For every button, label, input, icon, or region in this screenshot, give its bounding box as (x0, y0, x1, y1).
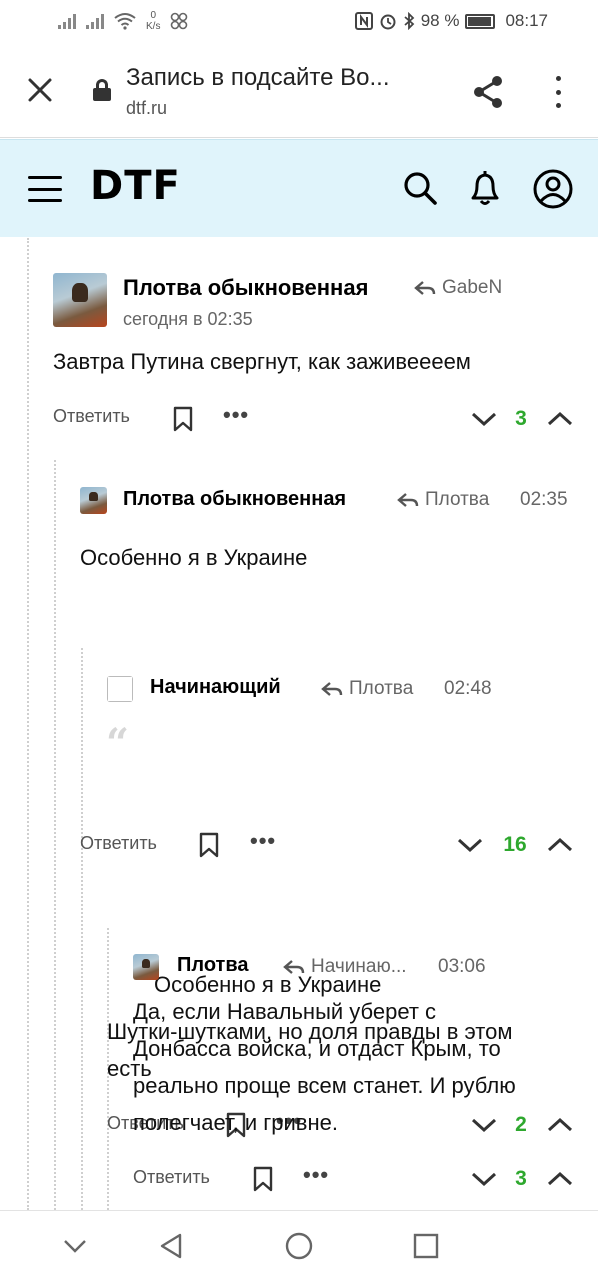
chevron-up-icon[interactable] (547, 411, 573, 427)
comment-author[interactable]: Плотва обыкновенная (123, 275, 368, 301)
reply-arrow-icon (283, 960, 305, 974)
comment-text: Завтра Путина свергнут, как заживеееем (53, 349, 471, 374)
comments-feed: Плотва обыкновенная GabeN сегодня в 02:3… (0, 238, 598, 1210)
back-icon[interactable] (156, 1231, 186, 1261)
reply-to-name: Плотва (349, 678, 414, 699)
comment-time[interactable]: 02:48 (444, 678, 492, 700)
net-speed: 0 K/s (146, 10, 160, 32)
comment-text-line: полегчает, и гривне. (133, 1110, 338, 1135)
reply-to-name: Начинаю... (311, 956, 407, 977)
pinwheel-icon (171, 12, 188, 30)
clock: 08:17 (505, 11, 548, 30)
comment-author[interactable]: Плотва обыкновенная (123, 488, 346, 511)
reply-arrow-icon (321, 682, 343, 696)
alarm-icon (380, 14, 396, 30)
reply-to-name: GabeN (442, 277, 503, 298)
wifi-icon (114, 13, 136, 30)
page-url[interactable]: dtf.ru (126, 98, 167, 119)
reply-button[interactable]: Ответить (53, 406, 130, 427)
comment-text-line: реально проще всем станет. И рублю (133, 1073, 516, 1098)
system-nav-bar (0, 1210, 598, 1280)
signal-icon-2 (86, 13, 104, 29)
comment-text: Особенно я в Украине (80, 545, 308, 570)
share-icon[interactable] (470, 74, 506, 110)
comment-text-line: Донбасса войска, и отдаст Крым, то (133, 1036, 501, 1061)
reply-arrow-icon (397, 493, 419, 507)
nfc-icon (354, 12, 373, 30)
more-vert-icon[interactable] (548, 72, 568, 112)
bell-icon[interactable] (465, 168, 505, 208)
comment-text-line: Да, если Навальный уберет с (133, 999, 437, 1024)
page-title[interactable]: Запись в подсайте Во... (126, 64, 390, 92)
comment: Плотва Начинаю... 03:06 Да, если Навальн… (0, 930, 598, 1210)
comment-time[interactable]: 02:35 (520, 489, 568, 511)
comment: Плотва обыкновенная Плотва 02:35 Особенн… (0, 460, 598, 858)
avatar[interactable] (133, 954, 159, 980)
lock-icon (93, 79, 111, 101)
reply-to[interactable]: Плотва (321, 678, 413, 700)
comment-time[interactable]: 03:06 (438, 956, 486, 978)
battery-icon (465, 13, 496, 29)
search-icon[interactable] (400, 168, 440, 208)
net-speed-unit: K/s (146, 21, 161, 32)
comment-text: Да, если Навальный уберет с Донбасса вой… (133, 993, 516, 1141)
bookmark-icon[interactable] (252, 1166, 274, 1192)
close-icon[interactable] (24, 74, 56, 106)
chevron-down-icon[interactable] (60, 1231, 90, 1261)
reply-to[interactable]: Начинаю... (283, 956, 407, 978)
comment: Плотва обыкновенная GabeN сегодня в 02:3… (0, 238, 598, 458)
recents-icon[interactable] (411, 1231, 441, 1261)
more-options-button[interactable]: ••• (303, 1164, 329, 1186)
chevron-up-icon[interactable] (547, 1171, 573, 1187)
reply-to-name: Плотва (425, 489, 490, 510)
avatar[interactable] (53, 273, 107, 327)
quote-icon: “ (106, 720, 130, 767)
vote-count: 3 (515, 407, 527, 430)
home-icon[interactable] (284, 1231, 314, 1261)
bookmark-icon[interactable] (172, 406, 194, 432)
comment-author[interactable]: Начинающий (150, 676, 281, 699)
chevron-down-icon[interactable] (471, 411, 497, 427)
more-options-button[interactable]: ••• (223, 404, 249, 426)
bluetooth-icon (404, 12, 415, 30)
reply-arrow-icon (414, 281, 436, 295)
chevron-down-icon[interactable] (471, 1171, 497, 1187)
comment: Начинающий Плотва 02:48 “ Особенно я в У… (0, 650, 598, 1138)
reply-to[interactable]: Плотва (397, 489, 489, 511)
avatar[interactable] (80, 487, 107, 514)
comment-time[interactable]: сегодня в 02:35 (123, 309, 253, 330)
site-logo[interactable]: DTF (90, 163, 181, 209)
reply-button[interactable]: Ответить (133, 1167, 210, 1188)
status-bar: 0 K/s 98 % 08:17 (0, 0, 598, 46)
site-header: DTF (0, 139, 598, 237)
reply-to[interactable]: GabeN (414, 277, 502, 299)
battery-percent: 98 % (420, 11, 460, 30)
comment-author[interactable]: Плотва (177, 954, 248, 977)
user-icon[interactable] (532, 168, 573, 209)
browser-toolbar: Запись в подсайте Во... dtf.ru (0, 46, 598, 138)
hamburger-menu-icon[interactable] (28, 176, 62, 202)
net-speed-value: 0 (150, 10, 156, 21)
signal-icon (58, 13, 76, 29)
vote-count: 3 (515, 1167, 527, 1190)
avatar[interactable] (107, 676, 133, 702)
